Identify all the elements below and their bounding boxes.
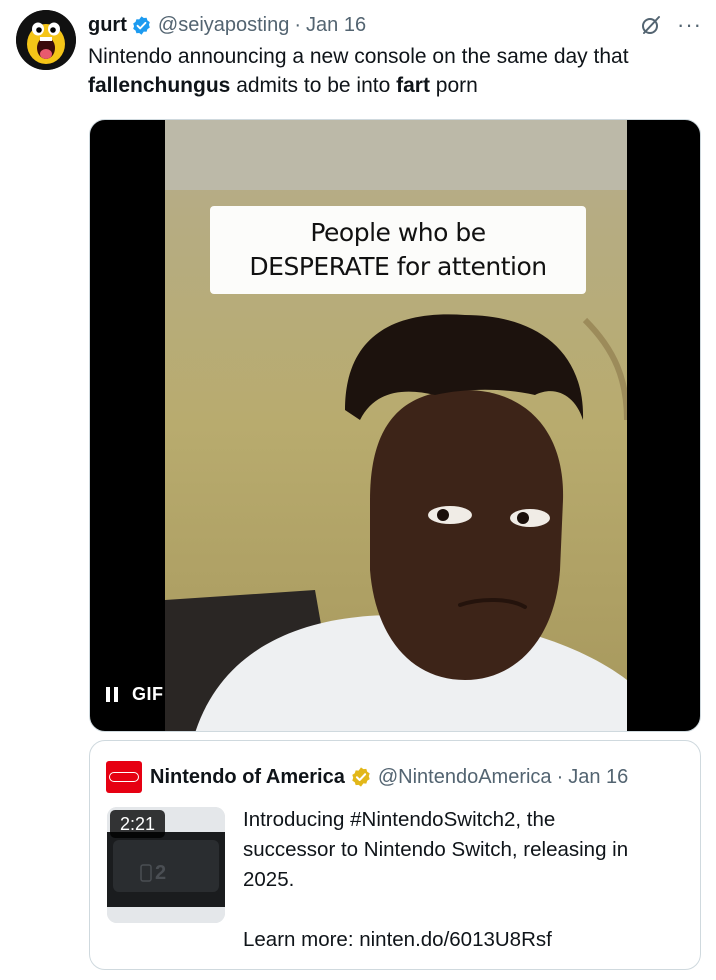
tweet-text: Nintendo announcing a new console on the…: [88, 42, 698, 100]
quoted-text-line: successor to Nintendo Switch, releasing …: [243, 838, 629, 861]
quoted-tweet-text: Introducing #NintendoSwitch2, the succes…: [243, 805, 683, 955]
quoted-text-line: 2025.: [243, 868, 295, 891]
pause-icon[interactable]: [106, 686, 118, 702]
tweet-text-part: porn: [429, 74, 478, 97]
handle[interactable]: @seiyaposting: [158, 14, 289, 37]
video-duration: 2:21: [110, 810, 166, 838]
tweet-header: gurt @seiyaposting · Jan 16 ···: [88, 12, 702, 38]
grok-icon[interactable]: [639, 13, 663, 37]
separator-dot: ·: [294, 13, 302, 36]
gold-verified-badge-icon: [350, 766, 372, 788]
tweet-text-part: Nintendo announcing a new console on the…: [88, 45, 629, 68]
tweet[interactable]: gurt @seiyaposting · Jan 16 ··· Nintendo…: [0, 0, 716, 980]
display-name[interactable]: gurt: [88, 14, 127, 37]
verified-badge-icon: [131, 15, 152, 36]
gif-caption-line1: People who be: [310, 218, 486, 247]
quoted-display-name: Nintendo of America: [150, 765, 345, 788]
tweet-text-part: admits to be into: [230, 74, 397, 97]
quoted-separator-dot: ·: [556, 765, 564, 788]
avatar[interactable]: [16, 10, 76, 70]
tweet-text-bold: fart: [396, 74, 430, 97]
header-actions: ···: [639, 13, 702, 37]
quoted-tweet[interactable]: Nintendo of America @NintendoAmerica · J…: [89, 740, 701, 970]
quoted-tweet-header: Nintendo of America @NintendoAmerica · J…: [106, 761, 684, 793]
nintendo-logo-icon: [106, 761, 142, 793]
gif-caption-line2: DESPERATE for attention: [249, 252, 547, 281]
gif-caption: People who be DESPERATE for attention: [210, 206, 586, 294]
quoted-text-line: Introducing #NintendoSwitch2, the: [243, 808, 556, 831]
quoted-learn-more: Learn more: ninten.do/6013U8Rsf: [243, 928, 552, 951]
more-icon[interactable]: ···: [677, 14, 702, 36]
tweet-text-bold: fallenchungus: [88, 74, 231, 97]
svg-text:2: 2: [155, 862, 166, 884]
gif-frame: People who be DESPERATE for attention: [165, 120, 627, 731]
quoted-handle: @NintendoAmerica: [377, 765, 552, 788]
tweet-date[interactable]: Jan 16: [306, 14, 366, 37]
quoted-text-gap: [243, 895, 683, 925]
gif-media[interactable]: People who be DESPERATE for attention GI…: [89, 119, 701, 732]
avatar-image: [16, 10, 76, 70]
gif-controls: GIF: [106, 679, 164, 709]
quoted-date: Jan 16: [568, 765, 629, 788]
gif-badge: GIF: [132, 683, 164, 704]
